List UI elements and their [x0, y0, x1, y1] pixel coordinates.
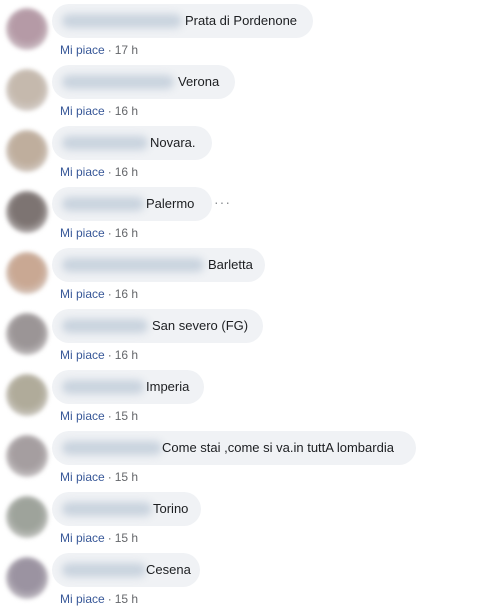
commenter-name[interactable] — [62, 75, 174, 89]
avatar[interactable] — [6, 496, 48, 538]
comment-meta: Mi piace · 16 h — [60, 226, 138, 240]
comment-bubble: Novara. — [52, 126, 212, 160]
like-button[interactable]: Mi piace — [60, 226, 105, 240]
timestamp[interactable]: 16 h — [115, 348, 138, 362]
commenter-name[interactable] — [62, 441, 162, 455]
comment-text: Imperia — [146, 379, 190, 394]
comment-meta: Mi piace · 16 h — [60, 348, 138, 362]
comment-bubble: Imperia — [52, 370, 204, 404]
avatar[interactable] — [6, 191, 48, 233]
avatar[interactable] — [6, 313, 48, 355]
separator: · — [107, 592, 112, 606]
comment-bubble: Torino — [52, 492, 201, 526]
commenter-name[interactable] — [62, 380, 144, 394]
separator: · — [107, 409, 112, 423]
avatar[interactable] — [6, 374, 48, 416]
comment-meta: Mi piace · 15 h — [60, 409, 138, 423]
like-button[interactable]: Mi piace — [60, 470, 105, 484]
timestamp[interactable]: 15 h — [115, 592, 138, 606]
comment-bubble: Palermo — [52, 187, 212, 221]
avatar[interactable] — [6, 130, 48, 172]
avatar[interactable] — [6, 557, 48, 599]
like-button[interactable]: Mi piace — [60, 287, 105, 301]
comment-text: San severo (FG) — [152, 318, 249, 333]
comment-text: Novara. — [150, 135, 196, 150]
comment-meta: Mi piace · 15 h — [60, 470, 138, 484]
comment-bubble: Prata di Pordenone — [52, 4, 313, 38]
separator: · — [107, 470, 112, 484]
commenter-name[interactable] — [62, 319, 148, 333]
commenter-name[interactable] — [62, 136, 148, 150]
more-options-icon[interactable]: ··· — [214, 194, 231, 210]
comment-text: Torino — [153, 501, 189, 516]
timestamp[interactable]: 15 h — [115, 409, 138, 423]
comment-meta: Mi piace · 15 h — [60, 592, 138, 606]
comment-text: Barletta — [208, 257, 253, 272]
like-button[interactable]: Mi piace — [60, 43, 105, 57]
commenter-name[interactable] — [62, 14, 182, 28]
like-button[interactable]: Mi piace — [60, 409, 105, 423]
like-button[interactable]: Mi piace — [60, 104, 105, 118]
separator: · — [107, 104, 112, 118]
comment-bubble: San severo (FG) — [52, 309, 263, 343]
commenter-name[interactable] — [62, 197, 144, 211]
comment-meta: Mi piace · 16 h — [60, 165, 138, 179]
comment-meta: Mi piace · 16 h — [60, 104, 138, 118]
comment-text: Palermo — [146, 196, 195, 211]
comment-bubble: Barletta — [52, 248, 265, 282]
timestamp[interactable]: 16 h — [115, 165, 138, 179]
avatar[interactable] — [6, 252, 48, 294]
avatar[interactable] — [6, 435, 48, 477]
separator: · — [107, 348, 112, 362]
timestamp[interactable]: 16 h — [115, 104, 138, 118]
timestamp[interactable]: 15 h — [115, 531, 138, 545]
separator: · — [107, 226, 112, 240]
avatar[interactable] — [6, 8, 48, 50]
commenter-name[interactable] — [62, 563, 146, 577]
separator: · — [107, 287, 112, 301]
comment-text: Prata di Pordenone — [185, 13, 298, 28]
timestamp[interactable]: 17 h — [115, 43, 138, 57]
like-button[interactable]: Mi piace — [60, 531, 105, 545]
separator: · — [107, 43, 112, 57]
timestamp[interactable]: 16 h — [115, 226, 138, 240]
comment-text: Verona — [178, 74, 220, 89]
avatar[interactable] — [6, 69, 48, 111]
comment-meta: Mi piace · 15 h — [60, 531, 138, 545]
like-button[interactable]: Mi piace — [60, 165, 105, 179]
commenter-name[interactable] — [62, 502, 152, 516]
commenter-name[interactable] — [62, 258, 204, 272]
comment-text: Cesena — [146, 562, 191, 577]
timestamp[interactable]: 15 h — [115, 470, 138, 484]
comment-meta: Mi piace · 16 h — [60, 287, 138, 301]
comment-bubble: Cesena — [52, 553, 200, 587]
comment-meta: Mi piace · 17 h — [60, 43, 138, 57]
comment-text: Come stai ,come si va.in tuttA lombardia — [162, 440, 394, 455]
separator: · — [107, 165, 112, 179]
like-button[interactable]: Mi piace — [60, 592, 105, 606]
like-button[interactable]: Mi piace — [60, 348, 105, 362]
comment-bubble: Verona — [52, 65, 235, 99]
timestamp[interactable]: 16 h — [115, 287, 138, 301]
separator: · — [107, 531, 112, 545]
comment-bubble: Come stai ,come si va.in tuttA lombardia — [52, 431, 416, 465]
